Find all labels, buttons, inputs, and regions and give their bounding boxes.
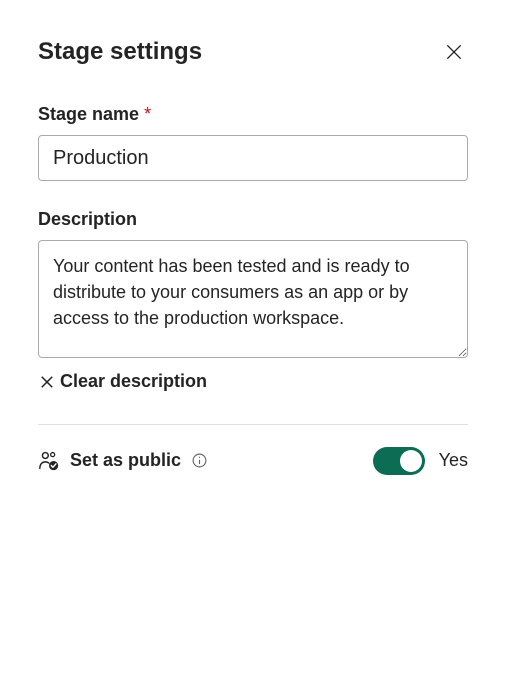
section-divider	[38, 424, 468, 425]
people-check-icon	[38, 450, 60, 472]
panel-title: Stage settings	[38, 38, 202, 66]
clear-icon	[38, 373, 56, 391]
stage-name-label-text: Stage name	[38, 104, 139, 124]
set-public-left: Set as public	[38, 450, 208, 472]
info-icon[interactable]	[191, 452, 208, 469]
set-public-toggle[interactable]	[373, 447, 425, 475]
close-icon	[444, 42, 464, 62]
set-public-state-label: Yes	[439, 450, 468, 471]
set-public-label: Set as public	[70, 450, 181, 471]
description-label: Description	[38, 209, 468, 230]
panel-header: Stage settings	[38, 38, 468, 66]
description-textarea[interactable]: Your content has been tested and is read…	[38, 240, 468, 358]
clear-description-label: Clear description	[60, 371, 207, 392]
clear-description-button[interactable]: Clear description	[38, 363, 207, 392]
toggle-thumb	[400, 450, 422, 472]
set-public-row: Set as public Yes	[38, 447, 468, 475]
stage-name-input[interactable]	[38, 135, 468, 181]
close-button[interactable]	[440, 38, 468, 66]
stage-name-label: Stage name *	[38, 104, 468, 125]
stage-name-field: Stage name *	[38, 104, 468, 181]
required-indicator: *	[144, 104, 151, 124]
stage-settings-panel: Stage settings Stage name * Description …	[0, 0, 506, 513]
set-public-right: Yes	[373, 447, 468, 475]
description-field: Description Your content has been tested…	[38, 209, 468, 396]
